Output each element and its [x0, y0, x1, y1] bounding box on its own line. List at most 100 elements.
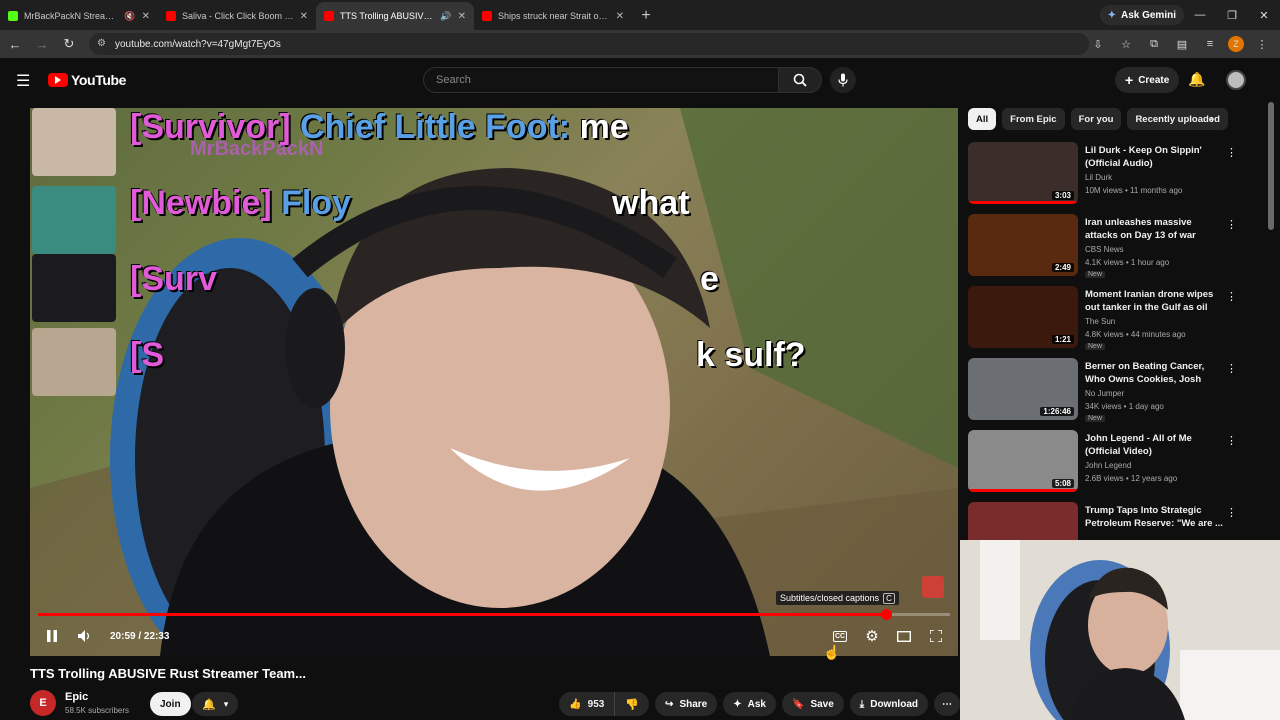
hamburger-menu-icon[interactable]: ☰ [16, 71, 30, 91]
reload-icon[interactable]: ↻ [57, 32, 81, 56]
recommendation-item[interactable]: 1:21 Moment Iranian drone wipes out tanke… [968, 284, 1248, 350]
more-vertical-icon[interactable]: ⋮ [1226, 218, 1237, 231]
notifications-bell-icon[interactable]: 🔔 [1188, 71, 1205, 88]
search-input[interactable]: Search [423, 67, 779, 93]
chat-line-2: [Newbie] Floy [130, 184, 351, 223]
browser-menu-icon[interactable]: ⋮ [1252, 33, 1272, 55]
thumbs-up-icon: 👍 [569, 698, 582, 710]
more-vertical-icon[interactable]: ⋮ [1226, 290, 1237, 303]
close-tab-icon[interactable]: ✕ [458, 11, 466, 22]
page-scrollbar[interactable] [1268, 102, 1274, 230]
browser-tab-ships[interactable]: Ships struck near Strait of Horm ✕ [474, 2, 632, 30]
chat-username: Floy [281, 184, 352, 222]
more-vertical-icon[interactable]: ⋮ [1226, 434, 1237, 447]
bookmark-star-icon[interactable]: ☆ [1116, 33, 1136, 55]
chip-for-you[interactable]: For you [1070, 108, 1122, 130]
recommendation-item[interactable]: 2:49 Iran unleashes massive attacks on Da… [968, 212, 1248, 278]
share-button[interactable]: ↪ Share [655, 692, 718, 716]
volume-button[interactable] [68, 620, 100, 652]
recommendation-channel[interactable]: CBS News [1085, 245, 1124, 254]
more-vertical-icon[interactable]: ⋮ [1226, 506, 1237, 519]
install-app-icon[interactable]: ⇩ [1088, 33, 1108, 55]
profile-avatar[interactable]: Z [1228, 36, 1244, 52]
browser-tab-kick[interactable]: MrBackPackN Stream - Wa 🔇 ✕ [0, 2, 158, 30]
site-info-icon[interactable]: ⚙ [97, 38, 109, 50]
recommendation-title[interactable]: Moment Iranian drone wipes out tanker in… [1085, 288, 1223, 314]
ask-button[interactable]: ✦ Ask [723, 692, 776, 716]
pause-button[interactable] [36, 620, 68, 652]
recommendation-title[interactable]: Trump Taps Into Strategic Petroleum Rese… [1085, 504, 1223, 530]
back-arrow-icon[interactable]: ← [3, 32, 27, 56]
muted-icon[interactable]: 🔇 [124, 11, 135, 22]
youtube-favicon-icon [482, 11, 492, 21]
url-bar[interactable]: ⚙ youtube.com/watch?v=47gMgt7EyOs [89, 33, 1089, 55]
channel-row: E Epic 58.5K subscribers Join 🔔 ▾ 👍 953 … [30, 690, 960, 718]
like-button[interactable]: 👍 953 [559, 692, 616, 716]
audio-playing-icon[interactable]: 🔊 [440, 11, 451, 22]
minimize-icon[interactable]: — [1184, 0, 1216, 30]
channel-avatar[interactable]: E [30, 690, 56, 716]
voice-search-button[interactable] [830, 67, 856, 93]
settings-button[interactable]: ⚙ [856, 620, 888, 652]
new-badge: New [1085, 343, 1106, 350]
browser-tab-tts-trolling[interactable]: TTS Trolling ABUSIVE Rust S 🔊 ✕ [316, 2, 474, 30]
create-button[interactable]: + Create [1115, 67, 1180, 93]
recommendation-meta: 4.8K views • 44 minutes ago [1085, 330, 1186, 339]
close-tab-icon[interactable]: ✕ [142, 11, 150, 22]
theater-mode-button[interactable] [888, 620, 920, 652]
recommendation-title[interactable]: John Legend - All of Me (Official Video) [1085, 432, 1223, 458]
dislike-button[interactable]: 👎 [615, 692, 649, 716]
tooltip-shortcut: C [883, 592, 895, 604]
recommendation-title[interactable]: Berner on Beating Cancer, Who Owns Cooki… [1085, 360, 1223, 386]
recommendation-channel[interactable]: The Sun [1085, 317, 1115, 326]
browser-tab-saliva[interactable]: Saliva - Click Click Boom (Offici ✕ [158, 2, 316, 30]
video-thumbnail[interactable]: 1:26:46 [968, 358, 1078, 420]
video-player[interactable]: [Survivor] Chief Little Foot: me [Newbie… [30, 108, 958, 656]
extensions-icon[interactable]: ⧉ [1144, 33, 1164, 55]
video-thumbnail[interactable]: 1:21 [968, 286, 1078, 348]
subscription-bell-button[interactable]: 🔔 ▾ [192, 692, 239, 716]
recommendation-channel[interactable]: No Jumper [1085, 389, 1124, 398]
fullscreen-button[interactable] [920, 620, 952, 652]
close-window-icon[interactable]: ✕ [1248, 0, 1280, 30]
more-vertical-icon[interactable]: ⋮ [1226, 146, 1237, 159]
recommendation-item[interactable]: 5:08 John Legend - All of Me (Official Vi… [968, 428, 1248, 494]
recommendation-item[interactable]: 1:26:46 Berner on Beating Cancer, Who Own… [968, 356, 1248, 422]
video-thumbnail[interactable]: 2:49 [968, 214, 1078, 276]
recommendation-item[interactable]: 3:03 Lil Durk - Keep On Sippin' (Official… [968, 140, 1248, 206]
video-thumbnail[interactable]: 3:03 [968, 142, 1078, 204]
account-avatar[interactable] [1226, 70, 1246, 90]
join-button[interactable]: Join [150, 692, 191, 716]
more-actions-button[interactable]: ⋯ [934, 692, 960, 716]
close-tab-icon[interactable]: ✕ [300, 11, 308, 22]
restore-icon[interactable]: ❐ [1216, 0, 1248, 30]
video-actions: 👍 953 👎 ↪ Share ✦ Ask 🔖 Save ⤓ Download … [559, 692, 960, 716]
more-vertical-icon[interactable]: ⋮ [1226, 362, 1237, 375]
tab-search-icon[interactable]: ≡ [1200, 33, 1220, 55]
recommendation-channel[interactable]: John Legend [1085, 461, 1131, 470]
download-button[interactable]: ⤓ Download [849, 692, 928, 716]
search-icon [793, 73, 807, 87]
recommendation-title[interactable]: Lil Durk - Keep On Sippin' (Official Aud… [1085, 144, 1223, 170]
chip-from-channel[interactable]: From Epic [1002, 108, 1065, 130]
recommendation-title[interactable]: Iran unleashes massive attacks on Day 13… [1085, 216, 1223, 242]
chip-all[interactable]: All [968, 108, 997, 130]
theater-mode-icon [897, 630, 911, 642]
close-tab-icon[interactable]: ✕ [616, 11, 624, 22]
recommendation-channel[interactable]: Lil Durk [1085, 173, 1112, 182]
new-tab-button[interactable]: + [632, 2, 660, 30]
like-dislike-group: 👍 953 👎 [559, 692, 650, 716]
search-button[interactable] [778, 67, 822, 93]
youtube-logo[interactable]: YouTube [48, 72, 126, 88]
share-arrow-icon: ↪ [665, 698, 674, 710]
forward-arrow-icon[interactable]: → [30, 32, 54, 56]
save-button[interactable]: 🔖 Save [781, 692, 844, 716]
chevron-right-icon[interactable]: › [1210, 112, 1214, 126]
chevron-down-icon: ▾ [223, 698, 229, 709]
video-thumbnail[interactable]: 5:08 [968, 430, 1078, 492]
ask-gemini-button[interactable]: ✦ Ask Gemini [1099, 5, 1184, 25]
ask-gemini-label: Ask Gemini [1120, 9, 1176, 21]
side-panel-icon[interactable]: ▤ [1172, 33, 1192, 55]
player-controls: 20:59 / 22:33 CC ⚙ [30, 616, 958, 656]
channel-name[interactable]: Epic [65, 691, 88, 703]
